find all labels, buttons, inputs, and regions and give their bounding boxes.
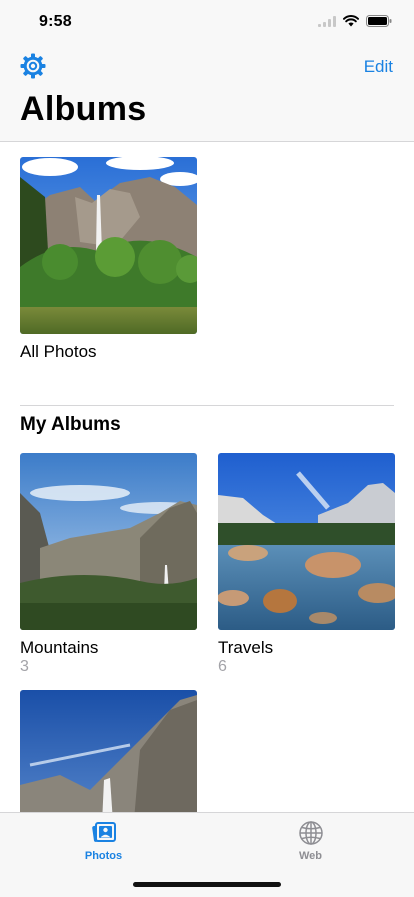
navigation-bar: Edit Albums: [0, 44, 414, 142]
gear-icon[interactable]: [19, 52, 47, 80]
home-indicator: [133, 882, 281, 887]
page-title: Albums: [20, 90, 147, 128]
album-count: 3: [20, 658, 29, 675]
tab-web[interactable]: Web: [207, 813, 414, 869]
album-travels[interactable]: Travels 6: [218, 453, 395, 675]
all-photos-album[interactable]: All Photos: [20, 157, 197, 361]
photos-icon: [92, 822, 116, 842]
album-thumbnail: [20, 453, 197, 630]
album-thumbnail: [218, 453, 395, 630]
globe-icon: [299, 821, 323, 845]
tab-photos[interactable]: Photos: [0, 813, 207, 869]
album-title: Mountains: [20, 638, 99, 657]
cellular-signal-icon: [318, 15, 336, 27]
status-time: 9:58: [39, 13, 72, 30]
status-indicators: [318, 15, 392, 27]
battery-icon: [366, 15, 392, 27]
all-photos-thumbnail: [20, 157, 197, 334]
status-bar: 9:58: [0, 0, 414, 44]
section-title-my-albums: My Albums: [20, 414, 121, 435]
album-title: All Photos: [20, 342, 97, 361]
album-mountains[interactable]: Mountains 3: [20, 453, 197, 675]
album-title: Travels: [218, 638, 274, 657]
section-divider: [20, 405, 394, 406]
tab-label: Photos: [84, 850, 123, 862]
edit-button[interactable]: Edit: [364, 57, 393, 77]
tab-label: Web: [298, 850, 323, 862]
wifi-icon: [343, 15, 359, 27]
album-count: 6: [218, 658, 227, 675]
